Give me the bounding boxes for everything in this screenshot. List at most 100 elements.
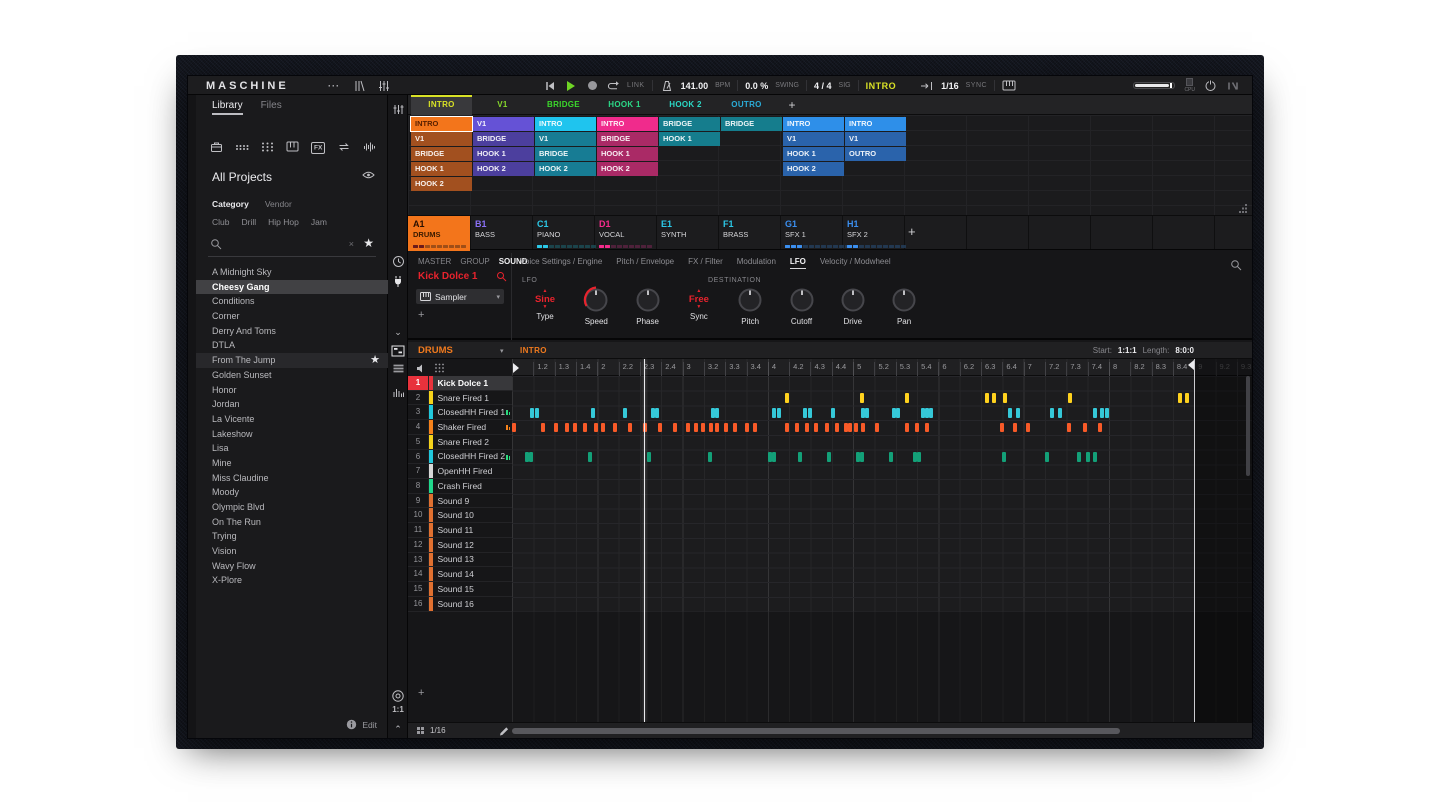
note-event[interactable] [848,423,852,433]
note-event[interactable] [803,408,807,418]
project-row[interactable]: Miss Claudine [196,471,388,486]
note-event[interactable] [512,423,516,433]
scene-tab-bridge[interactable]: BRIDGE [533,95,594,115]
more-options-icon[interactable]: ··· [328,81,340,91]
link-toggle[interactable]: LINK [627,82,645,89]
note-event[interactable] [808,408,812,418]
track-row-8[interactable]: 8Crash Fired [408,479,512,494]
step-grid-icon[interactable] [434,362,446,374]
project-row[interactable]: Trying [196,529,388,544]
note-event[interactable] [529,452,533,462]
note-event[interactable] [733,423,737,433]
track-name[interactable]: ClosedHH Fired 1 [433,407,506,417]
note-event[interactable] [541,423,545,433]
group-slot-B1[interactable]: B1BASS [470,216,532,251]
instruments-icon[interactable] [286,141,299,152]
editor-group-name[interactable]: DRUMS [418,345,453,356]
param-pitch[interactable]: Pitch [724,285,776,326]
pattern-cell-H-intro[interactable]: INTRO [845,117,906,131]
note-event[interactable] [753,423,757,433]
pattern-view-icon[interactable] [388,345,408,357]
note-event[interactable] [1000,423,1004,433]
pan-knob[interactable] [878,285,930,315]
group-slot-C1[interactable]: C1PIANO [532,216,594,251]
note-event[interactable] [724,423,728,433]
note-event[interactable] [860,452,864,462]
note-event[interactable] [1093,408,1097,418]
pattern-cell-C-intro[interactable]: INTRO [535,117,596,131]
note-event[interactable] [591,408,595,418]
pattern-cell-D-hook-2[interactable]: HOOK 2 [597,162,658,176]
note-event[interactable] [601,423,605,433]
project-row[interactable]: DTLA [196,338,388,353]
cutoff-knob[interactable] [776,285,828,315]
project-row[interactable]: Corner [196,309,388,324]
drive-knob[interactable] [827,285,879,315]
note-event[interactable] [715,423,719,433]
note-event[interactable] [992,393,996,403]
track-row-5[interactable]: 5Snare Fired 2 [408,435,512,450]
project-row[interactable]: Lisa [196,441,388,456]
scope-tab-master[interactable]: MASTER [418,257,451,266]
engine-selector[interactable]: Sampler ▾ [416,289,504,304]
quantize-value[interactable]: 1/16 [941,81,959,91]
track-row-10[interactable]: 10Sound 10 [408,508,512,523]
note-event[interactable] [1105,408,1109,418]
note-event[interactable] [925,423,929,433]
vertical-scrollbar[interactable] [1246,376,1250,476]
param-pan[interactable]: Pan [878,285,930,326]
project-row[interactable]: Golden Sunset [196,368,388,383]
pattern-cell-G-intro[interactable]: INTRO [783,117,844,131]
note-event[interactable] [861,423,865,433]
play-button[interactable] [564,79,578,93]
mixer-icon[interactable] [378,80,390,92]
browser-icon[interactable] [353,80,365,92]
project-row[interactable]: Conditions [196,294,388,309]
pattern-cell-G-hook-1[interactable]: HOOK 1 [783,147,844,161]
pitch-knob[interactable] [724,285,776,315]
follow-button[interactable] [920,79,934,93]
note-event[interactable] [772,452,776,462]
scrollbar-thumb[interactable] [512,728,1120,734]
note-event[interactable] [805,423,809,433]
groups-icon[interactable] [261,141,274,153]
track-name[interactable]: Crash Fired [433,481,482,491]
project-row[interactable]: X-Plore [196,573,388,588]
track-row-14[interactable]: 14Sound 14 [408,567,512,582]
note-event[interactable] [709,423,713,433]
track-name[interactable]: OpenHH Fired [433,466,493,476]
group-slot-H1[interactable]: H1SFX 2 [842,216,904,251]
note-event[interactable] [1098,423,1102,433]
fx-icon[interactable]: FX [311,142,325,152]
restart-button[interactable] [543,79,557,93]
pattern-cell-A-bridge[interactable]: BRIDGE [411,147,472,161]
note-event[interactable] [1026,423,1030,433]
track-row-16[interactable]: 16Sound 16 [408,597,512,612]
metronome-button[interactable] [660,79,674,93]
tab-files[interactable]: Files [261,100,282,115]
scene-tab-v1[interactable]: V1 [472,95,533,115]
track-name[interactable]: Sound 11 [433,525,474,535]
pattern-cell-D-hook-1[interactable]: HOOK 1 [597,147,658,161]
list-view-icon[interactable] [388,363,408,375]
note-event[interactable] [798,452,802,462]
note-event[interactable] [647,452,651,462]
tag-drill[interactable]: Drill [241,217,256,227]
param-drive[interactable]: Drive [827,285,879,326]
track-row-7[interactable]: 7OpenHH Fired [408,464,512,479]
note-event[interactable] [825,423,829,433]
project-row[interactable]: Honor [196,383,388,398]
group-slot-G1[interactable]: G1SFX 1 [780,216,842,251]
note-event[interactable] [925,408,929,418]
pattern-cell-B-v1[interactable]: V1 [473,117,534,131]
pattern-cell-C-hook-2[interactable]: HOOK 2 [535,162,596,176]
grid-step-value[interactable]: 1/16 [430,726,446,735]
track-name[interactable]: ClosedHH Fired 2 [433,451,506,461]
current-section-display[interactable]: INTRO [866,81,897,91]
note-event[interactable] [1083,423,1087,433]
zoom-1-1-icon[interactable]: 1:1 [388,705,408,714]
note-event[interactable] [708,452,712,462]
tab-category[interactable]: Category [212,199,249,209]
note-event[interactable] [554,423,558,433]
page-tab-fx-filter[interactable]: FX / Filter [688,257,723,269]
